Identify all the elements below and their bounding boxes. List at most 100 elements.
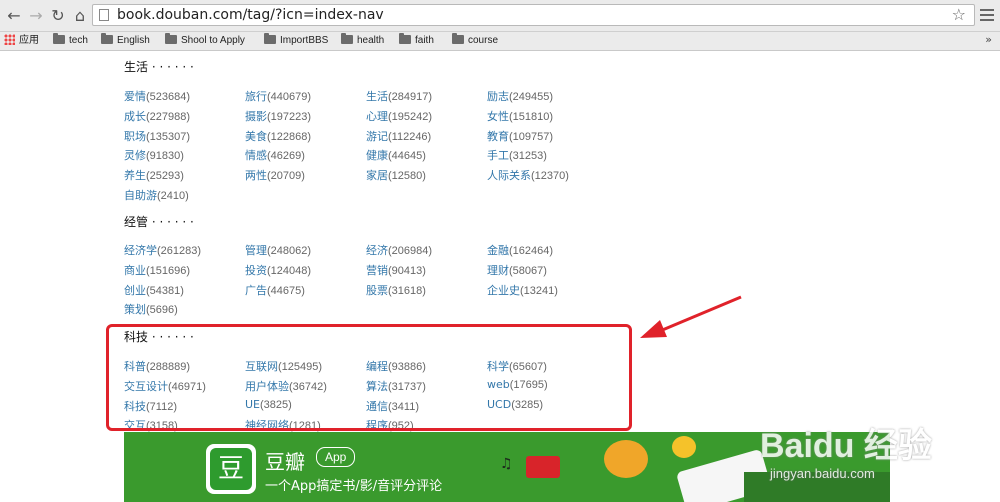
- chat-bubble-icon: [672, 436, 696, 458]
- tag-count: (2410): [157, 190, 189, 202]
- tag-name: 爱情: [124, 90, 146, 103]
- bookmark-label: ImportBBS: [280, 35, 329, 46]
- tag-link[interactable]: 灵修(91830): [124, 147, 184, 163]
- tag-link[interactable]: 健康(44645): [366, 147, 426, 163]
- bookmark-label: health: [357, 35, 385, 46]
- back-arrow-icon[interactable]: ←: [4, 6, 24, 26]
- address-bar[interactable]: book.douban.com/tag/?icn=index-nav ☆: [92, 4, 975, 26]
- tag-name: 商业: [124, 263, 146, 277]
- tag-link[interactable]: 管理(248062): [245, 242, 311, 258]
- tag-count: (440679): [267, 91, 312, 103]
- tag-name: 经济: [366, 244, 388, 257]
- music-note-icon: ♫: [500, 456, 513, 472]
- menu-icon[interactable]: [980, 6, 994, 24]
- bookmark-item[interactable]: Shool to Apply: [165, 33, 245, 48]
- tag-name: 自助游: [124, 189, 157, 202]
- tag-count: (124048): [267, 264, 312, 277]
- folder-icon: [399, 33, 411, 44]
- tag-name: 家居: [366, 169, 388, 183]
- bookmark-star-icon[interactable]: ☆: [952, 5, 966, 24]
- tag-name: 摄影: [245, 109, 267, 123]
- bookmark-label: Shool to Apply: [181, 35, 245, 46]
- tag-name: 营销: [366, 263, 388, 277]
- tag-link[interactable]: 经济学(261283): [124, 242, 201, 258]
- tag-name: 创业: [124, 283, 146, 297]
- apps-grid-icon: [4, 34, 15, 45]
- tag-link[interactable]: 创业(54381): [124, 282, 184, 298]
- tag-name: 股票: [366, 283, 388, 297]
- tag-count: (20709): [267, 170, 305, 183]
- tag-link[interactable]: 理财(58067): [487, 262, 547, 278]
- tag-link[interactable]: 策划(5696): [124, 301, 178, 317]
- tag-link[interactable]: 广告(44675): [245, 282, 305, 298]
- tag-name: 旅行: [245, 90, 267, 103]
- section-title: 经管 · · · · · ·: [124, 215, 194, 229]
- tag-link[interactable]: 企业史(13241): [487, 282, 558, 298]
- tag-link[interactable]: 爱情(523684): [124, 88, 190, 104]
- bookmark-item[interactable]: tech: [53, 33, 88, 48]
- tag-count: (248062): [267, 245, 312, 257]
- bookmark-item[interactable]: health: [341, 33, 385, 48]
- tag-name: 管理: [245, 244, 267, 257]
- tag-link[interactable]: 人际关系(12370): [487, 167, 569, 183]
- tag-count: (109757): [509, 130, 554, 143]
- tag-link[interactable]: 旅行(440679): [245, 88, 311, 104]
- bookmark-label: 应用: [19, 35, 39, 46]
- tag-link[interactable]: 生活(284917): [366, 88, 432, 104]
- tag-link[interactable]: 成长(227988): [124, 108, 190, 124]
- forward-arrow-icon[interactable]: →: [26, 6, 46, 26]
- tag-name: 企业史: [487, 283, 520, 297]
- tag-count: (58067): [509, 264, 547, 277]
- tag-link[interactable]: 商业(151696): [124, 262, 190, 278]
- url-text[interactable]: book.douban.com/tag/?icn=index-nav: [117, 7, 384, 23]
- folder-icon: [264, 33, 276, 44]
- home-icon[interactable]: ⌂: [70, 6, 90, 26]
- tag-count: (261283): [157, 245, 202, 257]
- bookmark-label: tech: [69, 35, 88, 46]
- tag-name: 灵修: [124, 149, 146, 163]
- tag-count: (12580): [388, 170, 426, 183]
- more-bookmarks-icon[interactable]: »: [985, 33, 992, 46]
- bookmark-item[interactable]: faith: [399, 33, 434, 48]
- tag-name: 教育: [487, 129, 509, 143]
- tag-name: 经济学: [124, 244, 157, 257]
- tag-link[interactable]: 教育(109757): [487, 128, 553, 144]
- tag-link[interactable]: 手工(31253): [487, 147, 547, 163]
- tag-link[interactable]: 投资(124048): [245, 262, 311, 278]
- tag-link[interactable]: 养生(25293): [124, 167, 184, 183]
- app-badge: App: [316, 447, 356, 467]
- highlight-annotation-box: [106, 324, 632, 431]
- tag-link[interactable]: 营销(90413): [366, 262, 426, 278]
- reload-icon[interactable]: ↻: [48, 6, 68, 26]
- tag-link[interactable]: 励志(249455): [487, 88, 553, 104]
- tag-link[interactable]: 心理(195242): [366, 108, 432, 124]
- tag-name: 投资: [245, 263, 267, 277]
- tag-link[interactable]: 金融(162464): [487, 242, 553, 258]
- tag-count: (162464): [509, 245, 554, 257]
- tag-link[interactable]: 家居(12580): [366, 167, 426, 183]
- tag-link[interactable]: 经济(206984): [366, 242, 432, 258]
- tag-count: (249455): [509, 91, 554, 103]
- tag-link[interactable]: 摄影(197223): [245, 108, 311, 124]
- bookmark-item[interactable]: English: [101, 33, 150, 48]
- tag-name: 美食: [245, 129, 267, 143]
- tag-link[interactable]: 两性(20709): [245, 167, 305, 183]
- tag-link[interactable]: 职场(135307): [124, 128, 190, 144]
- tag-count: (12370): [531, 170, 569, 183]
- bookmark-item[interactable]: 应用: [4, 34, 39, 48]
- folder-icon: [165, 33, 177, 44]
- tag-link[interactable]: 自助游(2410): [124, 187, 189, 203]
- tag-link[interactable]: 股票(31618): [366, 282, 426, 298]
- tag-name: 策划: [124, 303, 146, 317]
- bookmark-label: course: [468, 35, 499, 46]
- tag-link[interactable]: 女性(151810): [487, 108, 553, 124]
- tag-name: 理财: [487, 263, 509, 277]
- tag-name: 金融: [487, 244, 509, 257]
- chat-bubble-icon: [604, 440, 648, 478]
- bookmark-item[interactable]: ImportBBS: [264, 33, 329, 48]
- bookmark-item[interactable]: course: [452, 33, 499, 48]
- accordion-illustration: [526, 456, 560, 478]
- tag-link[interactable]: 美食(122868): [245, 128, 311, 144]
- tag-link[interactable]: 情感(46269): [245, 147, 305, 163]
- tag-link[interactable]: 游记(112246): [366, 128, 431, 144]
